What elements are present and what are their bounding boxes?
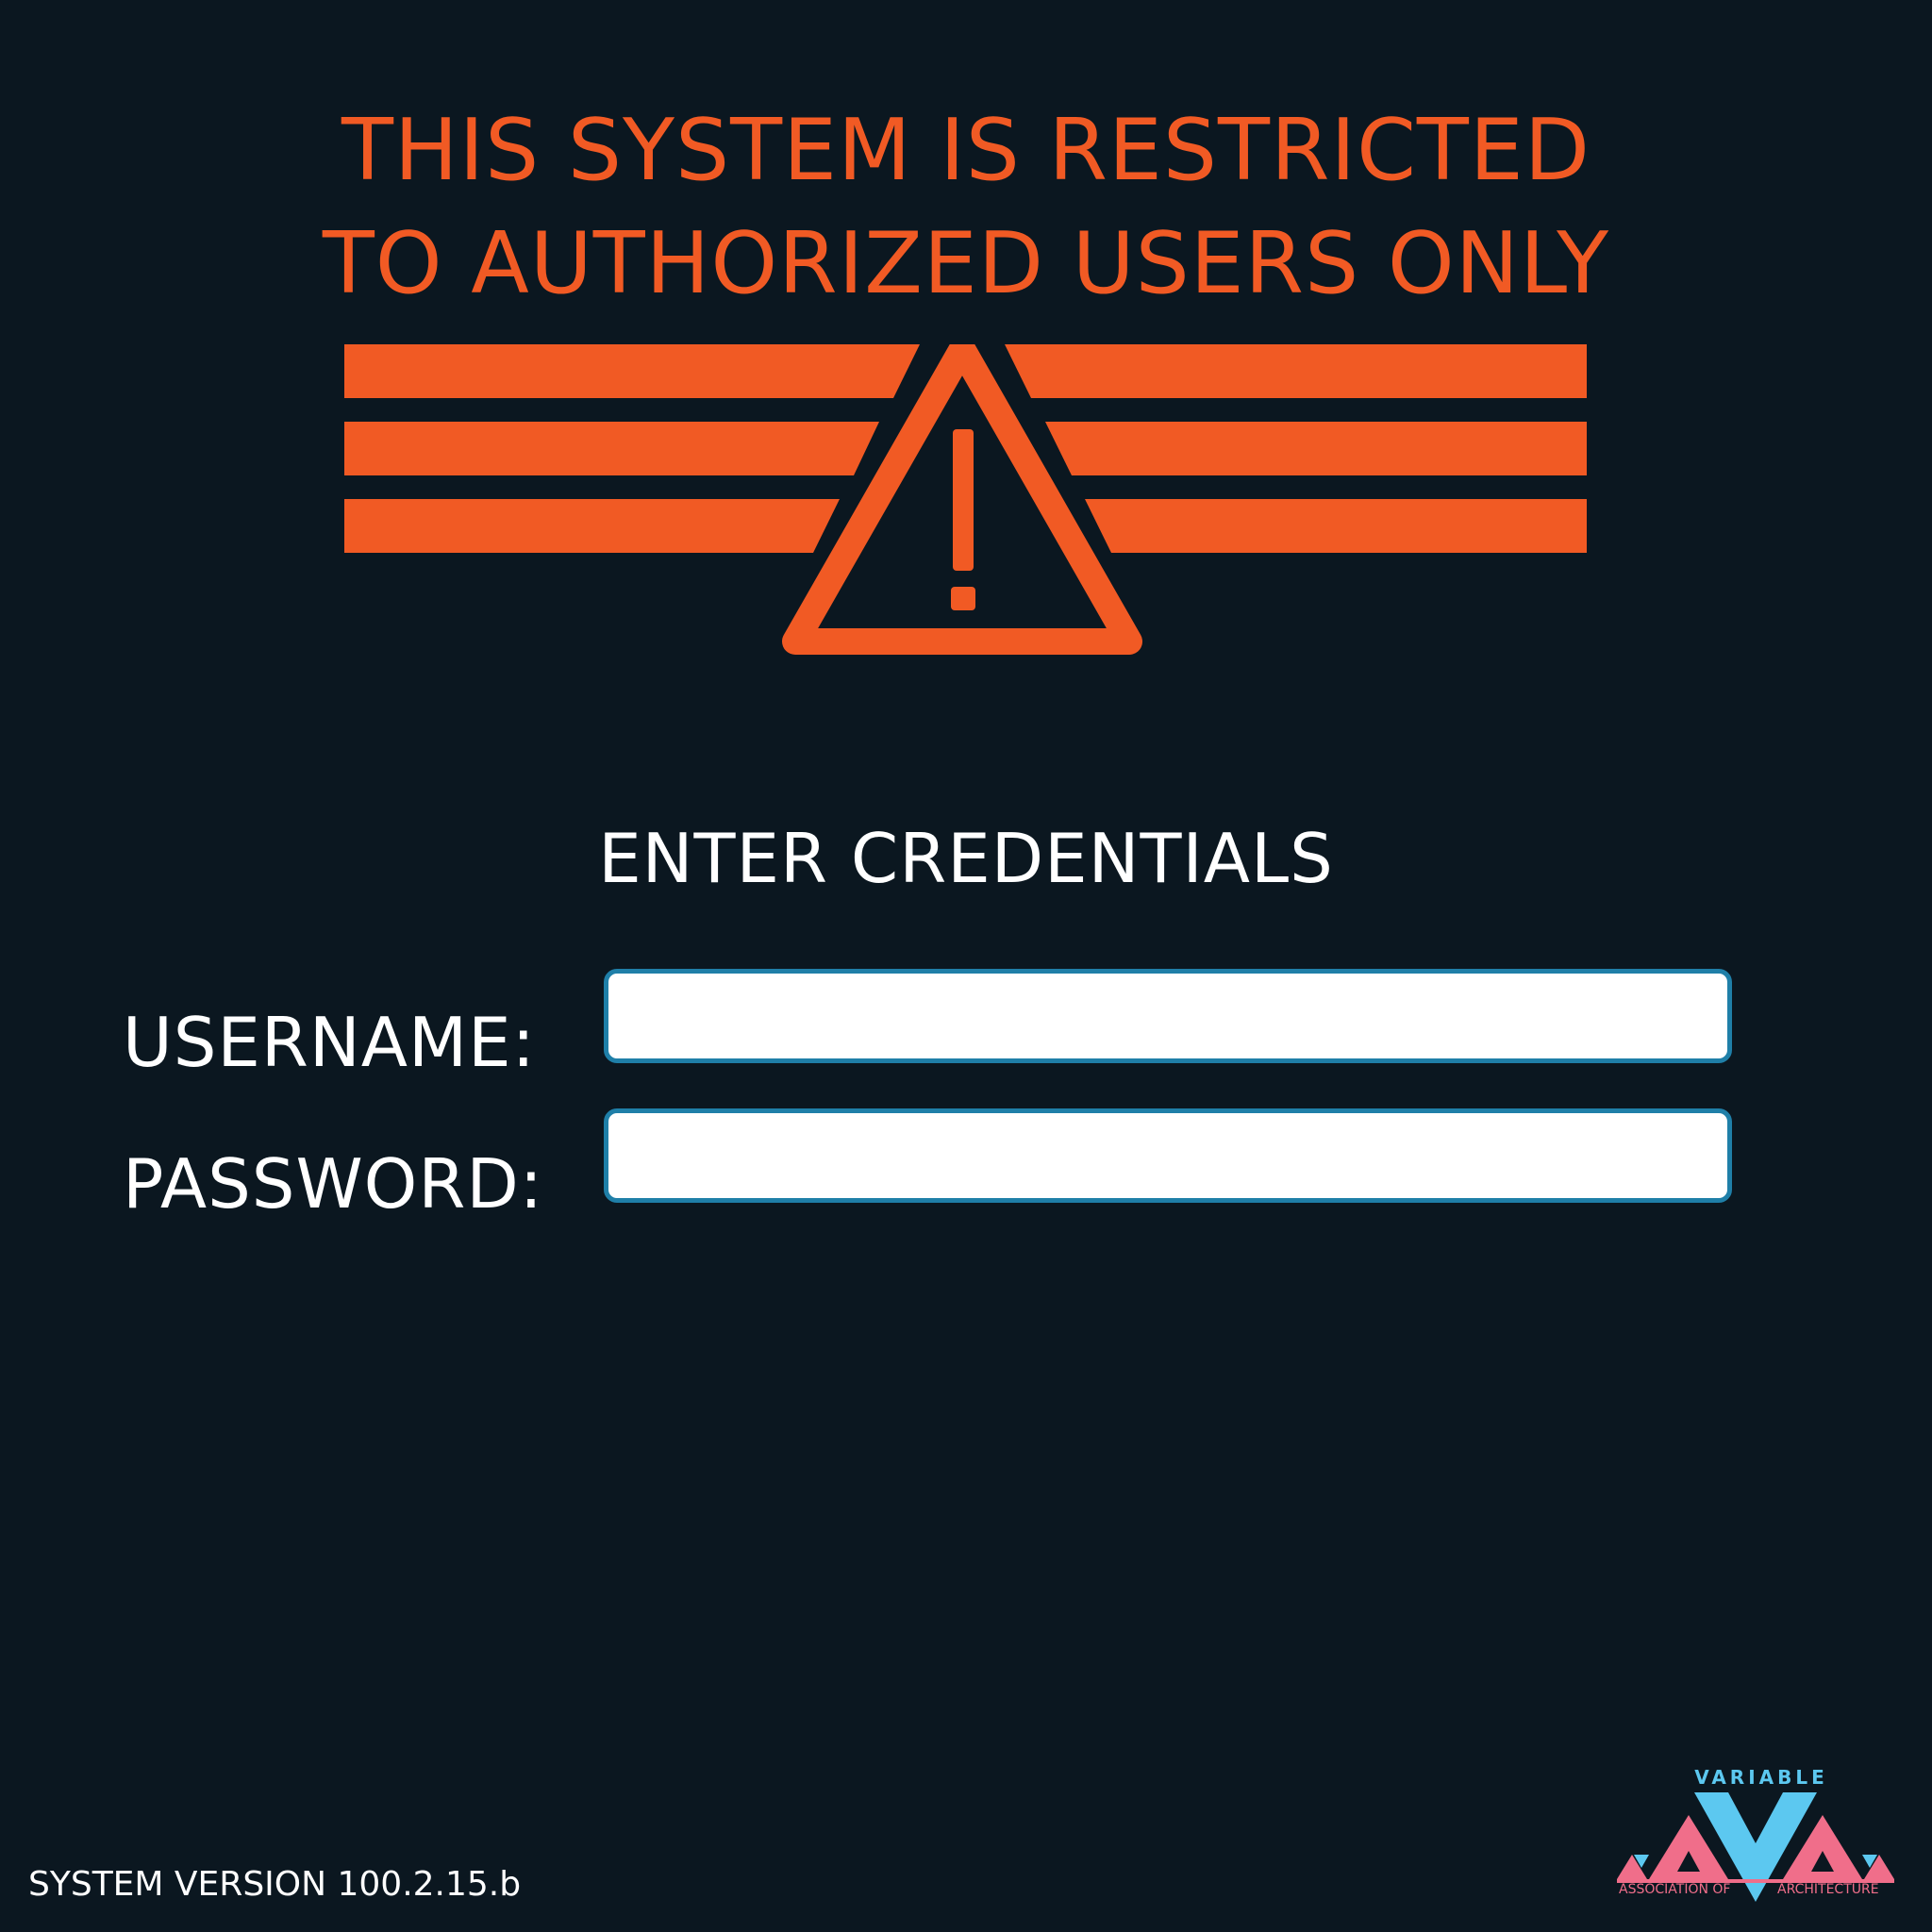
warning-triangle-icon xyxy=(344,344,1587,655)
warning-stripe-right-1 xyxy=(1005,344,1587,398)
logo-association-text: ASSOCIATION OF xyxy=(1619,1882,1731,1897)
warning-stripe-right-2 xyxy=(1045,422,1587,475)
system-version: SYSTEM VERSION 100.2.15.b xyxy=(28,1865,522,1904)
exclamation-dot xyxy=(951,587,975,610)
username-label: USERNAME: xyxy=(123,1003,536,1082)
logo-architecture-text: ARCHITECTURE xyxy=(1777,1882,1879,1897)
ava-logo: VARIABLE ASSOCIATION OF ARCHITECTURE xyxy=(1615,1766,1898,1907)
credentials-heading: ENTER CREDENTIALS xyxy=(598,819,1334,898)
warning-line-2: TO AUTHORIZED USERS ONLY xyxy=(322,214,1610,313)
warning-stripe-left-1 xyxy=(344,344,920,398)
warning-stripe-right-3 xyxy=(1085,499,1587,553)
exclamation-bar xyxy=(953,429,974,571)
login-screen: THIS SYSTEM IS RESTRICTED TO AUTHORIZED … xyxy=(0,0,1932,1932)
restricted-warning-text: THIS SYSTEM IS RESTRICTED TO AUTHORIZED … xyxy=(0,94,1932,321)
warning-stripe-left-2 xyxy=(344,422,879,475)
logo-variable-text: VARIABLE xyxy=(1694,1766,1828,1789)
password-input[interactable] xyxy=(604,1108,1732,1203)
password-label: PASSWORD: xyxy=(123,1144,544,1224)
username-input[interactable] xyxy=(604,969,1732,1063)
warning-line-1: THIS SYSTEM IS RESTRICTED xyxy=(341,101,1591,200)
warning-stripe-left-3 xyxy=(344,499,840,553)
